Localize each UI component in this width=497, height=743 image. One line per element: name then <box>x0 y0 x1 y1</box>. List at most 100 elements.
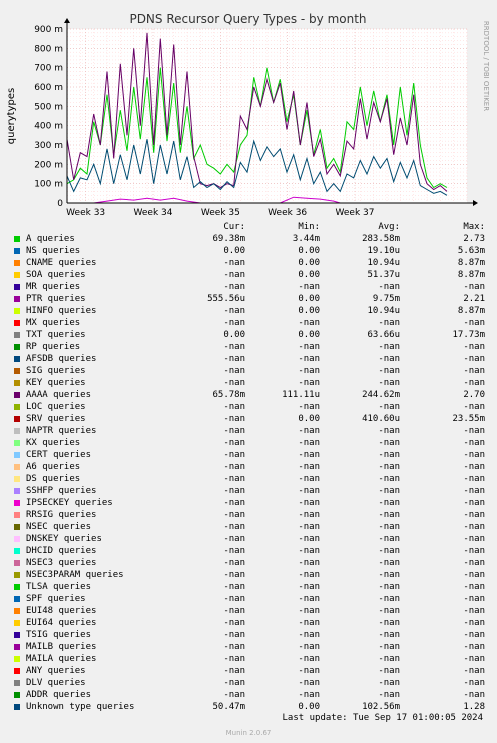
legend-cur: -nan <box>223 306 245 316</box>
legend-avg: -nan <box>378 402 400 412</box>
legend-min: 0.00 <box>298 246 320 256</box>
legend-cur: -nan <box>223 678 245 688</box>
y-tick-label: 300 m <box>34 141 63 151</box>
legend-header: Cur: Min: Avg: Max: <box>10 221 490 233</box>
legend-cur: -nan <box>223 450 245 460</box>
legend-row: MR queries -nan -nan -nan -nan <box>10 281 490 293</box>
legend-max: -nan <box>463 462 485 472</box>
legend-avg: -nan <box>378 546 400 556</box>
legend-swatch <box>14 416 20 422</box>
legend-row: ANY queries -nan -nan -nan -nan <box>10 665 490 677</box>
legend-name: RP queries <box>26 342 81 352</box>
legend-cur: -nan <box>223 582 245 592</box>
y-tick-label: 600 m <box>34 83 63 93</box>
legend-name: DNSKEY queries <box>26 534 102 544</box>
legend-swatch <box>14 500 20 506</box>
legend-min: -nan <box>298 402 320 412</box>
legend-row: HINFO queries -nan 0.00 10.94u 8.87m <box>10 305 490 317</box>
legend-row: A6 queries -nan -nan -nan -nan <box>10 461 490 473</box>
legend-max: -nan <box>463 366 485 376</box>
munin-version: Munin 2.0.67 <box>225 729 272 737</box>
legend-min: 111.11u <box>282 390 320 400</box>
legend-swatch <box>14 332 20 338</box>
legend-name: KX queries <box>26 438 81 448</box>
legend-swatch <box>14 608 20 614</box>
legend-avg: -nan <box>378 570 400 580</box>
legend-swatch <box>14 656 20 662</box>
legend-cur: -nan <box>223 630 245 640</box>
legend-swatch <box>14 344 20 350</box>
legend-max: -nan <box>463 510 485 520</box>
legend-min: -nan <box>298 546 320 556</box>
legend-name: ADDR queries <box>26 690 92 700</box>
chart: PDNS Recursor Query Types - by month que… <box>6 12 490 215</box>
legend-name: DLV queries <box>26 678 86 688</box>
legend-name: SOA queries <box>26 270 86 280</box>
legend-name: A6 queries <box>26 462 81 472</box>
legend-avg: -nan <box>378 618 400 628</box>
legend-row: SSHFP queries -nan -nan -nan -nan <box>10 485 490 497</box>
legend-row: AAAA queries 65.78m 111.11u 244.62m 2.70 <box>10 389 490 401</box>
legend-name: SIG queries <box>26 366 86 376</box>
last-update: Last update: Tue Sep 17 01:00:05 2024 <box>282 713 483 723</box>
legend-max: -nan <box>463 654 485 664</box>
legend-min: 0.00 <box>298 702 320 712</box>
legend-avg: -nan <box>378 318 400 328</box>
legend-min: -nan <box>298 522 320 532</box>
legend-row: CNAME queries -nan 0.00 10.94u 8.87m <box>10 257 490 269</box>
legend-min: -nan <box>298 342 320 352</box>
legend-name: KEY queries <box>26 378 86 388</box>
legend-row: DNSKEY queries -nan -nan -nan -nan <box>10 533 490 545</box>
legend-max: 2.21 <box>463 294 485 304</box>
legend-cur: 0.00 <box>223 330 245 340</box>
y-tick-label: 900 m <box>34 25 63 35</box>
legend-header-avg: Avg: <box>378 222 400 232</box>
legend-min: -nan <box>298 474 320 484</box>
legend-min: 0.00 <box>298 294 320 304</box>
legend-avg: -nan <box>378 354 400 364</box>
legend-max: -nan <box>463 426 485 436</box>
legend-avg: -nan <box>378 666 400 676</box>
legend-max: -nan <box>463 402 485 412</box>
legend-header-min: Min: <box>298 222 320 232</box>
legend-swatch <box>14 260 20 266</box>
legend-cur: -nan <box>223 438 245 448</box>
legend-name: EUI64 queries <box>26 618 97 628</box>
legend-row: NSEC3 queries -nan -nan -nan -nan <box>10 557 490 569</box>
legend-swatch <box>14 236 20 242</box>
legend-swatch <box>14 512 20 518</box>
legend-row: EUI64 queries -nan -nan -nan -nan <box>10 617 490 629</box>
legend-header-cur: Cur: <box>223 222 245 232</box>
legend-min: -nan <box>298 594 320 604</box>
legend-row: NS queries 0.00 0.00 19.10u 5.63m <box>10 245 490 257</box>
legend-swatch <box>14 584 20 590</box>
legend-name: EUI48 queries <box>26 606 97 616</box>
legend-row: CERT queries -nan -nan -nan -nan <box>10 449 490 461</box>
legend-min: 0.00 <box>298 330 320 340</box>
legend-cur: -nan <box>223 462 245 472</box>
legend-cur: -nan <box>223 354 245 364</box>
legend-avg: 102.56m <box>362 702 400 712</box>
legend-avg: -nan <box>378 582 400 592</box>
legend-max: -nan <box>463 378 485 388</box>
legend-row: SRV queries -nan 0.00 410.60u 23.55m <box>10 413 490 425</box>
legend-row: IPSECKEY queries -nan -nan -nan -nan <box>10 497 490 509</box>
legend-swatch <box>14 488 20 494</box>
legend-swatch <box>14 248 20 254</box>
legend-cur: 50.47m <box>212 702 245 712</box>
legend-cur: -nan <box>223 318 245 328</box>
legend-row: TLSA queries -nan -nan -nan -nan <box>10 581 490 593</box>
legend-row: A queries 69.38m 3.44m 283.58m 2.73 <box>10 233 490 245</box>
legend-swatch <box>14 560 20 566</box>
legend-avg: -nan <box>378 450 400 460</box>
legend-name: RRSIG queries <box>26 510 97 520</box>
legend-cur: -nan <box>223 606 245 616</box>
legend-max: 2.70 <box>463 390 485 400</box>
legend-row: MX queries -nan -nan -nan -nan <box>10 317 490 329</box>
legend-min: -nan <box>298 354 320 364</box>
x-ticks: Week 33 Week 34 Week 35 Week 36 Week 37 <box>66 208 374 215</box>
legend-row: MAILA queries -nan -nan -nan -nan <box>10 653 490 665</box>
chart-title: PDNS Recursor Query Types - by month <box>129 12 366 26</box>
x-tick-label: Week 37 <box>336 208 375 215</box>
legend-name: NSEC queries <box>26 522 92 532</box>
